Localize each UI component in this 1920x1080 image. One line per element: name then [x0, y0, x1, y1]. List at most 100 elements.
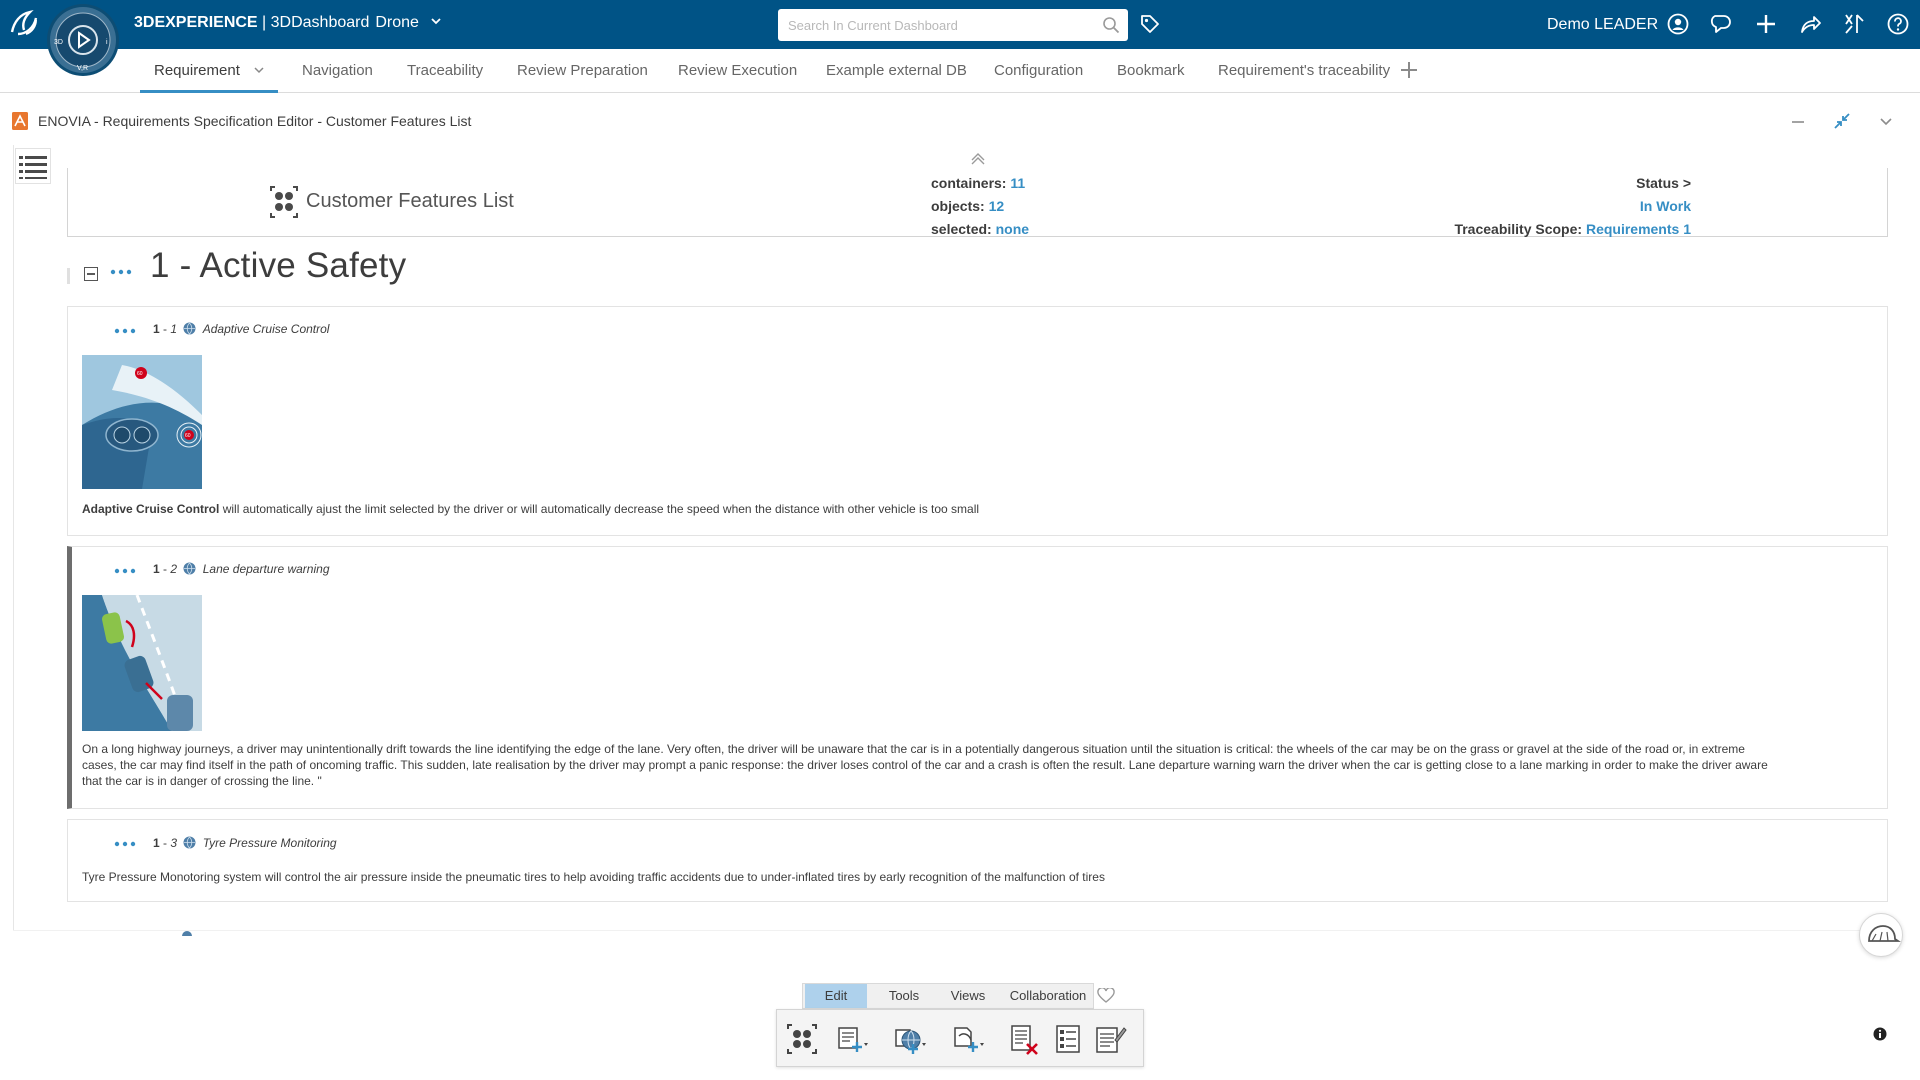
specification-icon: [270, 186, 298, 218]
more-actions-icon[interactable]: [110, 268, 132, 276]
tab-navigation[interactable]: Navigation: [302, 49, 373, 93]
enovia-app-icon: [12, 112, 28, 130]
req-sub-number: 1: [170, 322, 178, 336]
lane-departure-image: [82, 595, 202, 731]
insert-from-db-icon[interactable]: [893, 1022, 927, 1056]
info-icon[interactable]: [1873, 1027, 1887, 1041]
assistant-button[interactable]: [1859, 913, 1903, 957]
objects-count[interactable]: 12: [989, 198, 1005, 214]
spec-status: Status > In Work Traceability Scope: Req…: [1454, 172, 1691, 241]
search-input[interactable]: [778, 9, 1088, 41]
left-rail: [13, 145, 14, 930]
help-icon[interactable]: [1886, 12, 1910, 36]
list-icon: [19, 156, 47, 179]
compass-icon[interactable]: 3D i V,R: [46, 0, 120, 84]
spec-title: Customer Features List: [306, 190, 514, 212]
requirement-text[interactable]: Adaptive Cruise Control will automatical…: [82, 501, 1782, 517]
requirement-heading[interactable]: 1 - 3 Tyre Pressure Monitoring: [153, 836, 337, 854]
apps-icon[interactable]: [1842, 12, 1866, 36]
selected-count[interactable]: none: [996, 221, 1029, 237]
dassault-logo-icon[interactable]: [4, 4, 44, 44]
chevron-down-icon[interactable]: [254, 65, 264, 75]
chevron-down-icon[interactable]: [1877, 112, 1895, 130]
tab-bookmark[interactable]: Bookmark: [1117, 49, 1185, 93]
tab-review-preparation[interactable]: Review Preparation: [517, 49, 648, 93]
context-name: Drone: [375, 14, 419, 31]
collapse-chapter-icon[interactable]: [84, 267, 98, 281]
tab-requirements-traceability[interactable]: Requirement's traceability: [1218, 49, 1390, 93]
req-name: Tyre Pressure Monitoring: [202, 836, 337, 850]
status-value[interactable]: In Work: [1454, 195, 1691, 218]
globe-icon: [183, 562, 196, 575]
user-name[interactable]: Demo LEADER: [1547, 16, 1658, 34]
status-label[interactable]: Status >: [1454, 172, 1691, 195]
action-bar-tabs: Edit Tools Views Collaboration: [802, 983, 1094, 1009]
chapter-indent-bar: [67, 268, 70, 284]
add-icon[interactable]: [1754, 12, 1778, 36]
action-bar: [776, 1009, 1144, 1067]
search-icon[interactable]: [1102, 16, 1120, 34]
app-title[interactable]: 3DEXPERIENCE | 3DDashboard Drone: [134, 14, 442, 32]
svg-text:3D: 3D: [54, 39, 63, 46]
requirement-text[interactable]: On a long highway journeys, a driver may…: [82, 741, 1782, 789]
minimize-icon[interactable]: [1789, 112, 1807, 130]
chat-icon[interactable]: [1710, 12, 1734, 36]
insert-requirement-icon[interactable]: [835, 1022, 869, 1056]
req-separator: -: [159, 836, 171, 850]
requirement-block[interactable]: [67, 819, 1888, 902]
top-bar: 3DEXPERIENCE | 3DDashboard Drone Demo LEA…: [0, 0, 1920, 49]
traceability-scope-value[interactable]: Requirements 1: [1586, 221, 1691, 237]
add-tab-icon[interactable]: [1399, 60, 1419, 80]
req-separator: -: [159, 562, 171, 576]
content-bottom-edge: [13, 930, 1888, 931]
req-text-body: will automatically ajust the limit selec…: [219, 502, 980, 516]
tab-configuration[interactable]: Configuration: [994, 49, 1083, 93]
chapter-title[interactable]: 1 - Active Safety: [150, 246, 406, 286]
globe-icon: [183, 836, 196, 849]
tab-requirement[interactable]: Requirement: [140, 49, 278, 93]
svg-text:60: 60: [137, 371, 143, 377]
containers-count[interactable]: 11: [1010, 175, 1025, 191]
objects-label: objects:: [931, 198, 989, 214]
tab-review-execution[interactable]: Review Execution: [678, 49, 797, 93]
more-actions-icon[interactable]: [114, 840, 136, 848]
requirement-heading[interactable]: 1 - 1 Adaptive Cruise Control: [153, 322, 329, 340]
toc-toggle-button[interactable]: [15, 148, 51, 184]
req-sub-number: 3: [170, 836, 178, 850]
collapse-header-icon[interactable]: [968, 150, 988, 166]
specification-structure-icon[interactable]: [785, 1022, 819, 1056]
helmet-icon: [1868, 925, 1901, 942]
tab-traceability[interactable]: Traceability: [407, 49, 483, 93]
tab-example-external-db[interactable]: Example external DB: [826, 49, 967, 93]
tab-label: Requirement: [154, 62, 240, 79]
list-view-icon[interactable]: [1051, 1022, 1085, 1056]
req-separator: -: [159, 322, 171, 336]
adaptive-cruise-image: 60 60: [82, 355, 202, 489]
more-actions-icon[interactable]: [114, 327, 136, 335]
profile-icon[interactable]: [1666, 12, 1690, 36]
tag-icon[interactable]: [1139, 13, 1161, 35]
action-tab-views[interactable]: Views: [943, 984, 993, 1008]
req-text-bold: Adaptive Cruise Control: [82, 502, 220, 516]
more-actions-icon[interactable]: [114, 567, 136, 575]
req-chapter-number: 1: [153, 562, 160, 576]
collapse-arrows-icon[interactable]: [1833, 112, 1851, 130]
title-separator: |: [257, 14, 271, 31]
insert-chapter-icon[interactable]: [951, 1022, 985, 1056]
chevron-down-icon[interactable]: [431, 16, 442, 26]
req-name: Lane departure warning: [202, 562, 330, 576]
requirement-heading[interactable]: 1 - 2 Lane departure warning: [153, 562, 330, 580]
action-tab-tools[interactable]: Tools: [879, 984, 929, 1008]
favorite-heart-icon[interactable]: [1097, 988, 1115, 1004]
requirement-text[interactable]: Tyre Pressure Monotoring system will con…: [82, 869, 1782, 885]
action-tab-collaboration[interactable]: Collaboration: [1003, 984, 1093, 1008]
req-name: Adaptive Cruise Control: [202, 322, 330, 336]
app-name: 3DDashboard: [270, 14, 370, 31]
svg-text:V,R: V,R: [77, 65, 88, 72]
req-chapter-number: 1: [153, 322, 160, 336]
share-icon[interactable]: [1798, 12, 1822, 36]
action-tab-edit[interactable]: Edit: [805, 984, 867, 1008]
edit-document-icon[interactable]: [1093, 1022, 1127, 1056]
delete-requirement-icon[interactable]: [1007, 1022, 1041, 1056]
widget-header: ENOVIA - Requirements Specification Edit…: [0, 104, 1920, 138]
